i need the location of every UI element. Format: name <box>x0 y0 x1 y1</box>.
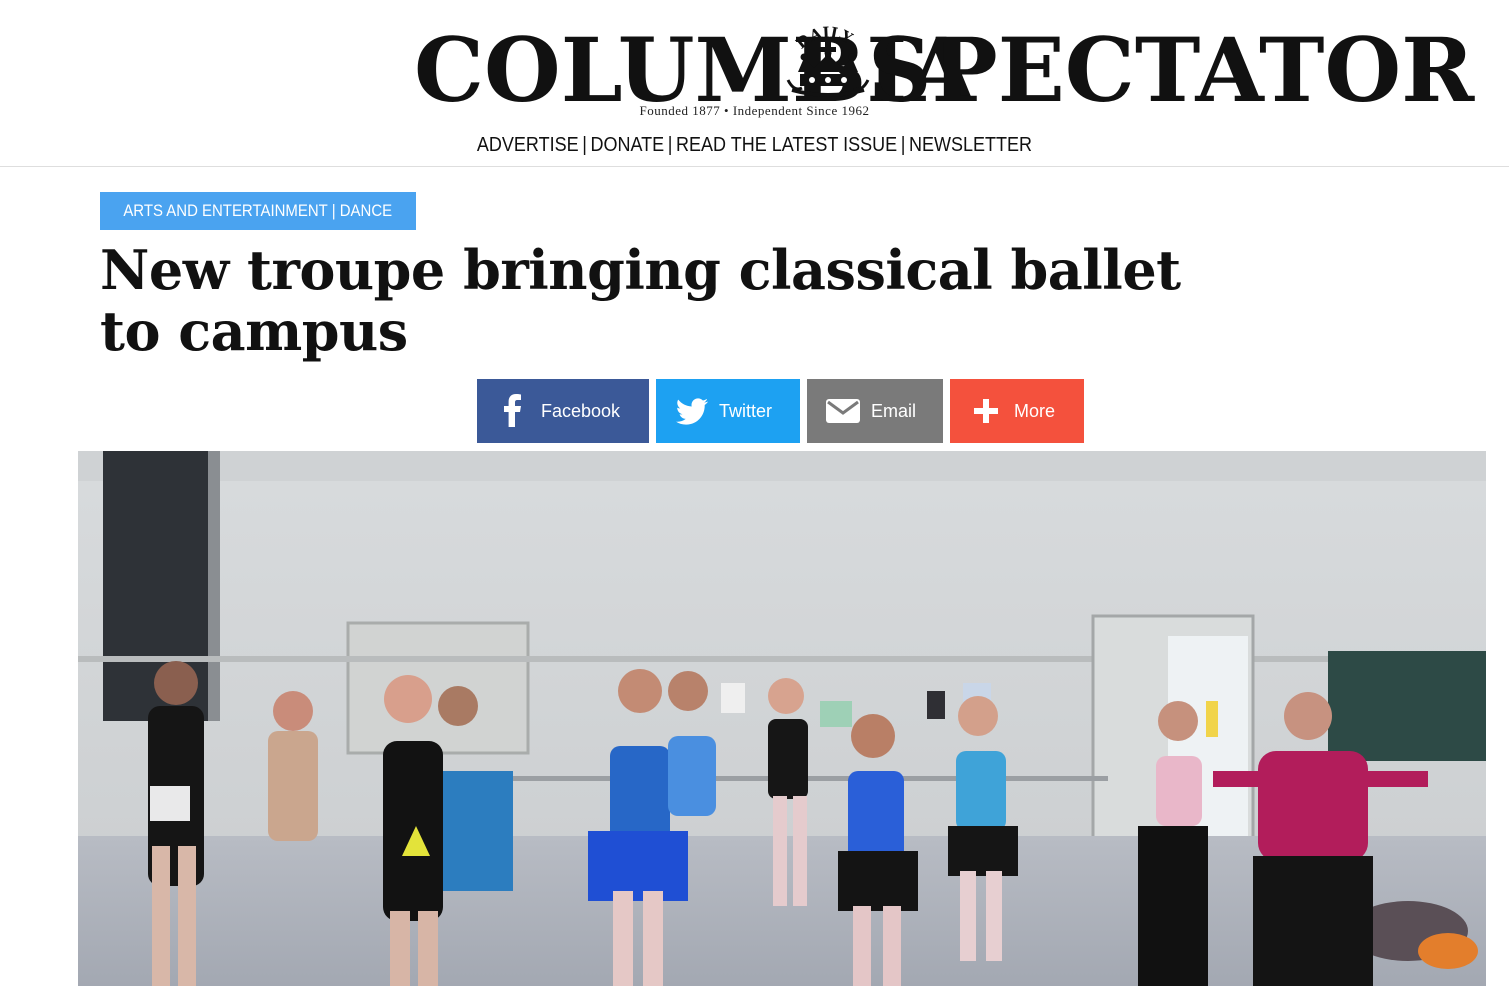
nav-separator: | <box>667 134 673 156</box>
nav-newsletter[interactable]: NEWSLETTER <box>909 134 1032 156</box>
share-more-button[interactable]: More <box>950 379 1084 443</box>
share-facebook-button[interactable]: Facebook <box>477 379 649 443</box>
nav-separator: | <box>900 134 906 156</box>
nav-read-latest-issue[interactable]: READ THE LATEST ISSUE <box>676 134 897 156</box>
masthead-tagline: Founded 1877 • Independent Since 1962 <box>639 103 870 118</box>
category-label: ARTS AND ENTERTAINMENT | DANCE <box>123 201 393 220</box>
twitter-icon <box>675 398 708 425</box>
share-facebook-label: Facebook <box>541 401 621 421</box>
plus-icon <box>974 399 998 423</box>
share-email-button[interactable]: Email <box>807 379 943 443</box>
logo-word-spectator: SPECTATOR <box>868 18 1475 122</box>
facebook-icon <box>504 394 521 427</box>
ballet-class-photo <box>78 451 1486 986</box>
share-twitter-label: Twitter <box>719 401 773 421</box>
article-headline: New troupe bringing classical ballet to … <box>100 238 1181 363</box>
article-photo <box>78 451 1486 986</box>
masthead: COLUMBIA DAILY SPECTATOR Founded 1877 • <box>0 0 1509 167</box>
nav-donate[interactable]: DONATE <box>590 134 664 156</box>
share-email-label: Email <box>871 401 917 421</box>
email-icon <box>826 399 860 423</box>
top-nav: ADVERTISE | DONATE | READ THE LATEST ISSUE | N… <box>75 134 1433 157</box>
category-badge[interactable]: ARTS AND ENTERTAINMENT | DANCE <box>100 192 416 230</box>
share-twitter-button[interactable]: Twitter <box>656 379 800 443</box>
nav-advertise[interactable]: ADVERTISE <box>477 134 579 156</box>
share-more-label: More <box>1014 401 1056 421</box>
crown-crest-icon: DAILY <box>786 23 870 97</box>
nav-separator: | <box>582 134 587 156</box>
